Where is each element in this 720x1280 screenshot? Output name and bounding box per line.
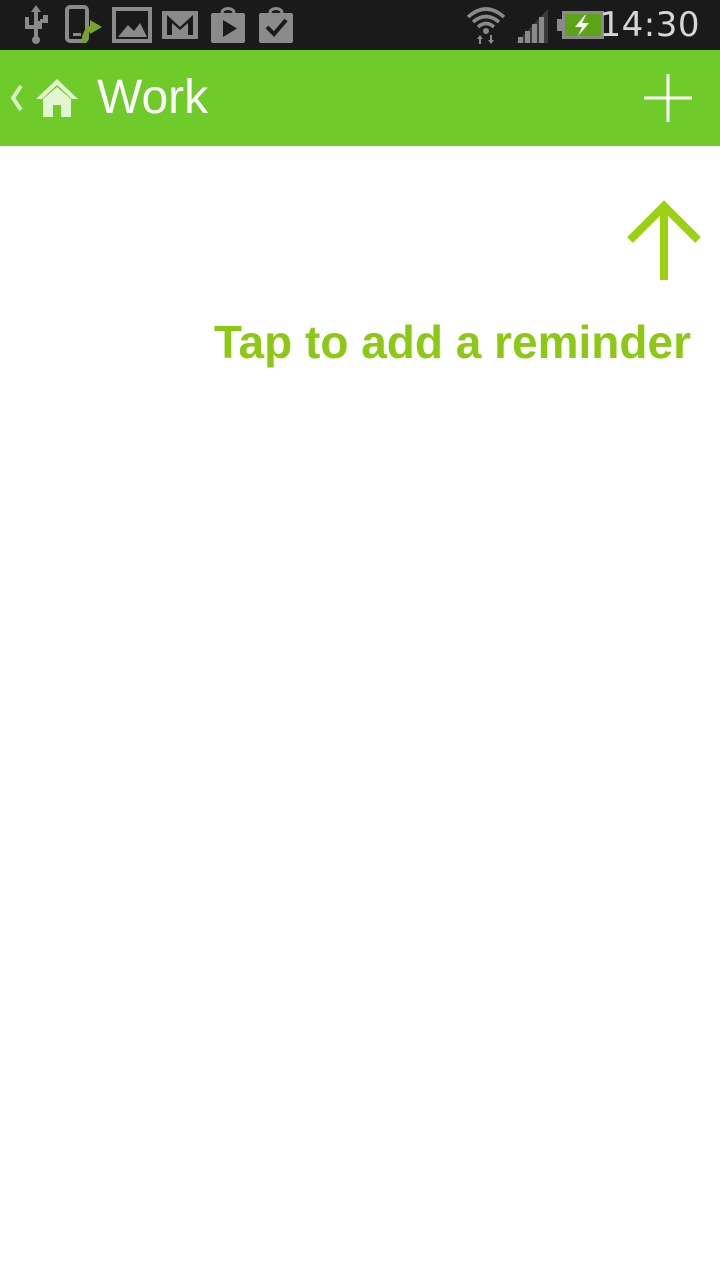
home-icon[interactable] (34, 77, 80, 119)
usb-icon (25, 5, 48, 44)
status-bar: 14:30 (0, 0, 720, 50)
signal-icon (516, 9, 548, 43)
shopping-bag-check-icon (259, 7, 293, 43)
battery-charging-icon (557, 11, 604, 39)
page-title: Work (97, 71, 209, 124)
chevron-left-icon[interactable] (6, 80, 26, 116)
gmail-icon (162, 11, 198, 39)
play-store-icon (211, 7, 245, 43)
status-time: 14:30 (599, 5, 700, 45)
empty-hint-text: Tap to add a reminder (213, 316, 691, 368)
plus-icon[interactable] (636, 66, 700, 130)
phone-upload-icon (65, 5, 102, 44)
gallery-icon (112, 7, 152, 43)
arrow-up-icon (627, 200, 701, 280)
action-bar: Work (0, 50, 720, 146)
wifi-icon (466, 7, 506, 44)
